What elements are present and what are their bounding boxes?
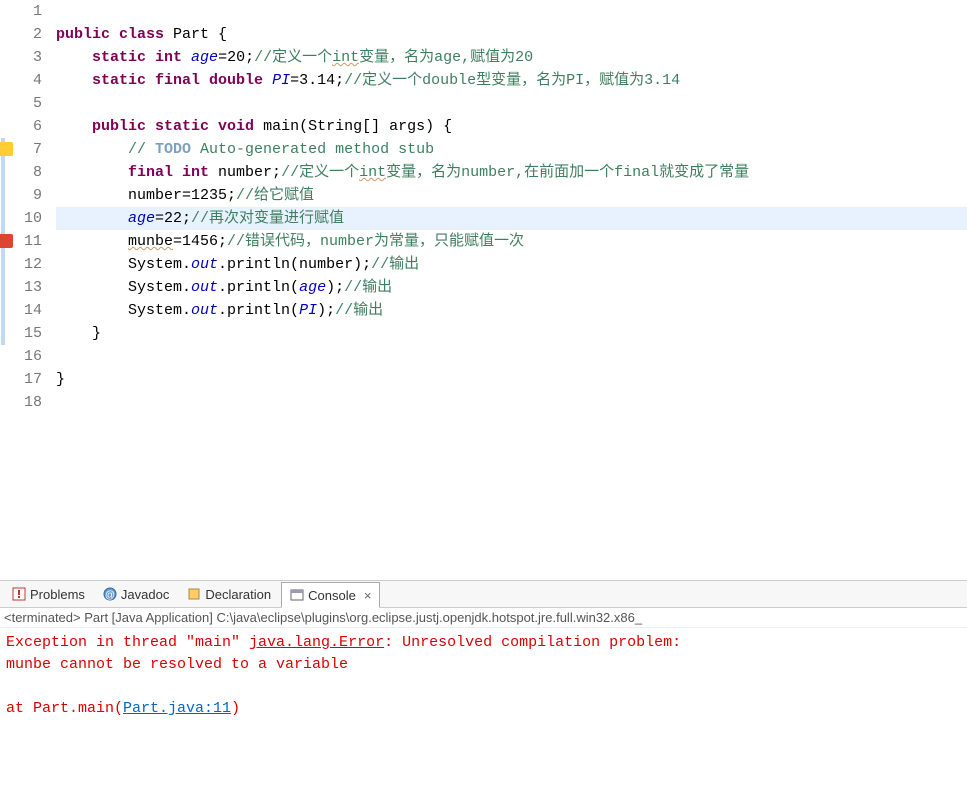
tab-label: Problems [30, 587, 85, 602]
code-line[interactable] [56, 92, 967, 115]
declaration-icon [187, 587, 201, 601]
line-number-gutter: 123456789101112131415161718 [0, 0, 48, 580]
tab-declaration[interactable]: Declaration [179, 581, 279, 607]
stacktrace-link[interactable]: Part.java:11 [123, 700, 231, 717]
code-line[interactable]: age=22;//再次对变量进行赋值 [56, 207, 967, 230]
code-line[interactable]: static int age=20;//定义一个int变量，名为age,赋值为2… [56, 46, 967, 69]
console-output[interactable]: Exception in thread "main" java.lang.Err… [0, 628, 967, 724]
problems-icon [12, 587, 26, 601]
tab-javadoc[interactable]: @ Javadoc [95, 581, 177, 607]
tab-label: Javadoc [121, 587, 169, 602]
code-line[interactable]: public static void main(String[] args) { [56, 115, 967, 138]
code-line[interactable]: final int number;//定义一个int变量，名为number,在前… [56, 161, 967, 184]
code-content[interactable]: public class Part { static int age=20;//… [48, 0, 967, 580]
console-line: at Part.main(Part.java:11) [6, 698, 961, 720]
code-line[interactable]: System.out.println(age);//输出 [56, 276, 967, 299]
console-icon [290, 588, 304, 602]
tab-label: Declaration [205, 587, 271, 602]
bottom-tab-bar: Problems @ Javadoc Declaration Console × [0, 580, 967, 608]
console-status-line: <terminated> Part [Java Application] C:\… [0, 608, 967, 628]
code-editor[interactable]: 123456789101112131415161718 public class… [0, 0, 967, 580]
tab-label: Console [308, 588, 356, 603]
console-line: Exception in thread "main" java.lang.Err… [6, 632, 961, 654]
code-line[interactable]: System.out.println(number);//输出 [56, 253, 967, 276]
code-line[interactable]: munbe=1456;//错误代码，number为常量，只能赋值一次 [56, 230, 967, 253]
code-line[interactable] [56, 0, 967, 23]
close-icon[interactable]: × [364, 588, 372, 603]
svg-text:@: @ [105, 590, 115, 601]
tab-console[interactable]: Console × [281, 582, 380, 608]
javadoc-icon: @ [103, 587, 117, 601]
code-line[interactable]: System.out.println(PI);//输出 [56, 299, 967, 322]
code-line[interactable]: number=1235;//给它赋值 [56, 184, 967, 207]
tab-problems[interactable]: Problems [4, 581, 93, 607]
code-line[interactable]: static final double PI=3.14;//定义一个double… [56, 69, 967, 92]
code-line[interactable]: } [56, 368, 967, 391]
code-line[interactable]: public class Part { [56, 23, 967, 46]
code-line[interactable] [56, 391, 967, 414]
code-line[interactable]: } [56, 322, 967, 345]
code-line[interactable]: // TODO Auto-generated method stub [56, 138, 967, 161]
code-line[interactable] [56, 345, 967, 368]
console-line: munbe cannot be resolved to a variable [6, 654, 961, 676]
console-line [6, 676, 961, 698]
